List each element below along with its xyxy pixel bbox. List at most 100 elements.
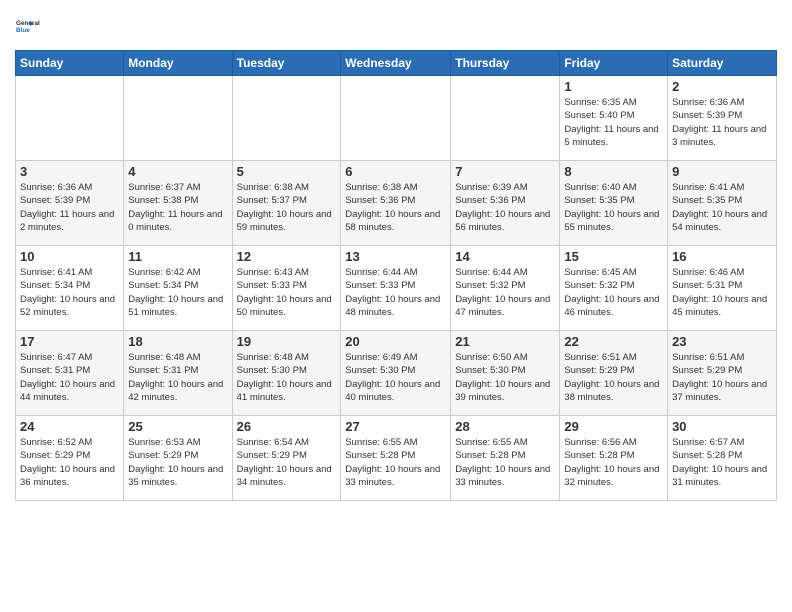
day-number: 25 — [128, 419, 227, 434]
calendar-cell: 18 Sunrise: 6:48 AM Sunset: 5:31 PM Dayli… — [124, 331, 232, 416]
calendar-cell: 5 Sunrise: 6:38 AM Sunset: 5:37 PM Daylig… — [232, 161, 341, 246]
svg-text:General: General — [16, 20, 40, 27]
day-info: Sunrise: 6:57 AM Sunset: 5:28 PM Dayligh… — [672, 436, 772, 489]
day-info: Sunrise: 6:41 AM Sunset: 5:35 PM Dayligh… — [672, 181, 772, 234]
calendar-header-friday: Friday — [560, 51, 668, 76]
day-info: Sunrise: 6:48 AM Sunset: 5:31 PM Dayligh… — [128, 351, 227, 404]
day-number: 16 — [672, 249, 772, 264]
calendar-cell: 8Sunrise: 6:40 AM Sunset: 5:35 PM Daylig… — [560, 161, 668, 246]
calendar-cell: 21Sunrise: 6:50 AM Sunset: 5:30 PM Dayli… — [451, 331, 560, 416]
calendar-header-sunday: Sunday — [16, 51, 124, 76]
day-info: Sunrise: 6:51 AM Sunset: 5:29 PM Dayligh… — [564, 351, 663, 404]
day-info: Sunrise: 6:46 AM Sunset: 5:31 PM Dayligh… — [672, 266, 772, 319]
day-info: Sunrise: 6:36 AM Sunset: 5:39 PM Dayligh… — [672, 96, 772, 149]
calendar-header-tuesday: Tuesday — [232, 51, 341, 76]
day-number: 20 — [345, 334, 446, 349]
calendar-cell: 22 Sunrise: 6:51 AM Sunset: 5:29 PM Dayli… — [560, 331, 668, 416]
day-number: 21 — [455, 334, 555, 349]
calendar-cell: 13 Sunrise: 6:44 AM Sunset: 5:33 PM Dayli… — [341, 246, 451, 331]
day-info: Sunrise: 6:44 AM Sunset: 5:33 PM Dayligh… — [345, 266, 446, 319]
day-info: Sunrise: 6:42 AM Sunset: 5:34 PM Dayligh… — [128, 266, 227, 319]
day-info: Sunrise: 6:47 AM Sunset: 5:31 PM Dayligh… — [20, 351, 119, 404]
header: General Blue — [15, 10, 777, 42]
day-number: 13 — [345, 249, 446, 264]
calendar-cell: 23Sunrise: 6:51 AM Sunset: 5:29 PM Dayli… — [668, 331, 777, 416]
day-info: Sunrise: 6:41 AM Sunset: 5:34 PM Dayligh… — [20, 266, 119, 319]
calendar-cell: 11 Sunrise: 6:42 AM Sunset: 5:34 PM Dayli… — [124, 246, 232, 331]
calendar-header-wednesday: Wednesday — [341, 51, 451, 76]
calendar-cell — [124, 76, 232, 161]
day-number: 11 — [128, 249, 227, 264]
day-info: Sunrise: 6:45 AM Sunset: 5:32 PM Dayligh… — [564, 266, 663, 319]
calendar-cell — [16, 76, 124, 161]
calendar-cell: 25 Sunrise: 6:53 AM Sunset: 5:29 PM Dayli… — [124, 416, 232, 501]
day-info: Sunrise: 6:43 AM Sunset: 5:33 PM Dayligh… — [237, 266, 337, 319]
calendar-header-saturday: Saturday — [668, 51, 777, 76]
calendar-cell: 24Sunrise: 6:52 AM Sunset: 5:29 PM Dayli… — [16, 416, 124, 501]
day-number: 17 — [20, 334, 119, 349]
day-number: 4 — [128, 164, 227, 179]
day-number: 15 — [564, 249, 663, 264]
calendar-header-monday: Monday — [124, 51, 232, 76]
calendar-cell: 9 Sunrise: 6:41 AM Sunset: 5:35 PM Daylig… — [668, 161, 777, 246]
day-number: 9 — [672, 164, 772, 179]
day-info: Sunrise: 6:56 AM Sunset: 5:28 PM Dayligh… — [564, 436, 663, 489]
calendar-week-row: 24Sunrise: 6:52 AM Sunset: 5:29 PM Dayli… — [16, 416, 777, 501]
day-info: Sunrise: 6:35 AM Sunset: 5:40 PM Dayligh… — [564, 96, 663, 149]
day-number: 3 — [20, 164, 119, 179]
calendar-cell: 10 Sunrise: 6:41 AM Sunset: 5:34 PM Dayli… — [16, 246, 124, 331]
calendar-cell: 4 Sunrise: 6:37 AM Sunset: 5:38 PM Daylig… — [124, 161, 232, 246]
calendar-cell: 17 Sunrise: 6:47 AM Sunset: 5:31 PM Dayli… — [16, 331, 124, 416]
day-number: 30 — [672, 419, 772, 434]
day-number: 27 — [345, 419, 446, 434]
page: General Blue SundayMondayTuesdayWednesda… — [0, 0, 792, 612]
day-number: 26 — [237, 419, 337, 434]
calendar-cell — [341, 76, 451, 161]
day-info: Sunrise: 6:55 AM Sunset: 5:28 PM Dayligh… — [455, 436, 555, 489]
day-info: Sunrise: 6:53 AM Sunset: 5:29 PM Dayligh… — [128, 436, 227, 489]
day-info: Sunrise: 6:36 AM Sunset: 5:39 PM Dayligh… — [20, 181, 119, 234]
day-number: 10 — [20, 249, 119, 264]
day-info: Sunrise: 6:37 AM Sunset: 5:38 PM Dayligh… — [128, 181, 227, 234]
calendar-cell: 2 Sunrise: 6:36 AM Sunset: 5:39 PM Daylig… — [668, 76, 777, 161]
day-info: Sunrise: 6:40 AM Sunset: 5:35 PM Dayligh… — [564, 181, 663, 234]
day-number: 1 — [564, 79, 663, 94]
day-info: Sunrise: 6:48 AM Sunset: 5:30 PM Dayligh… — [237, 351, 337, 404]
day-number: 24 — [20, 419, 119, 434]
calendar-cell: 30 Sunrise: 6:57 AM Sunset: 5:28 PM Dayli… — [668, 416, 777, 501]
calendar-cell: 6 Sunrise: 6:38 AM Sunset: 5:36 PM Daylig… — [341, 161, 451, 246]
day-info: Sunrise: 6:55 AM Sunset: 5:28 PM Dayligh… — [345, 436, 446, 489]
day-number: 19 — [237, 334, 337, 349]
day-number: 2 — [672, 79, 772, 94]
day-info: Sunrise: 6:51 AM Sunset: 5:29 PM Dayligh… — [672, 351, 772, 404]
calendar-week-row: 10 Sunrise: 6:41 AM Sunset: 5:34 PM Dayli… — [16, 246, 777, 331]
calendar-cell: 1 Sunrise: 6:35 AM Sunset: 5:40 PM Daylig… — [560, 76, 668, 161]
calendar-week-row: 3 Sunrise: 6:36 AM Sunset: 5:39 PM Daylig… — [16, 161, 777, 246]
calendar-cell: 15 Sunrise: 6:45 AM Sunset: 5:32 PM Dayli… — [560, 246, 668, 331]
logo-icon: General Blue — [15, 10, 47, 42]
calendar-table: SundayMondayTuesdayWednesdayThursdayFrid… — [15, 50, 777, 501]
day-info: Sunrise: 6:44 AM Sunset: 5:32 PM Dayligh… — [455, 266, 555, 319]
day-number: 7 — [455, 164, 555, 179]
calendar-cell: 12 Sunrise: 6:43 AM Sunset: 5:33 PM Dayli… — [232, 246, 341, 331]
calendar-cell — [451, 76, 560, 161]
calendar-cell: 7Sunrise: 6:39 AM Sunset: 5:36 PM Daylig… — [451, 161, 560, 246]
day-number: 5 — [237, 164, 337, 179]
day-info: Sunrise: 6:49 AM Sunset: 5:30 PM Dayligh… — [345, 351, 446, 404]
day-number: 22 — [564, 334, 663, 349]
calendar-week-row: 1 Sunrise: 6:35 AM Sunset: 5:40 PM Daylig… — [16, 76, 777, 161]
calendar-cell: 19 Sunrise: 6:48 AM Sunset: 5:30 PM Dayli… — [232, 331, 341, 416]
day-number: 12 — [237, 249, 337, 264]
day-number: 18 — [128, 334, 227, 349]
calendar-header-row: SundayMondayTuesdayWednesdayThursdayFrid… — [16, 51, 777, 76]
svg-text:Blue: Blue — [16, 27, 30, 34]
day-info: Sunrise: 6:38 AM Sunset: 5:37 PM Dayligh… — [237, 181, 337, 234]
calendar-cell: 3 Sunrise: 6:36 AM Sunset: 5:39 PM Daylig… — [16, 161, 124, 246]
calendar-header-thursday: Thursday — [451, 51, 560, 76]
calendar-week-row: 17 Sunrise: 6:47 AM Sunset: 5:31 PM Dayli… — [16, 331, 777, 416]
logo: General Blue — [15, 10, 47, 42]
calendar-cell: 16 Sunrise: 6:46 AM Sunset: 5:31 PM Dayli… — [668, 246, 777, 331]
day-number: 6 — [345, 164, 446, 179]
calendar-cell: 20 Sunrise: 6:49 AM Sunset: 5:30 PM Dayli… — [341, 331, 451, 416]
day-info: Sunrise: 6:38 AM Sunset: 5:36 PM Dayligh… — [345, 181, 446, 234]
